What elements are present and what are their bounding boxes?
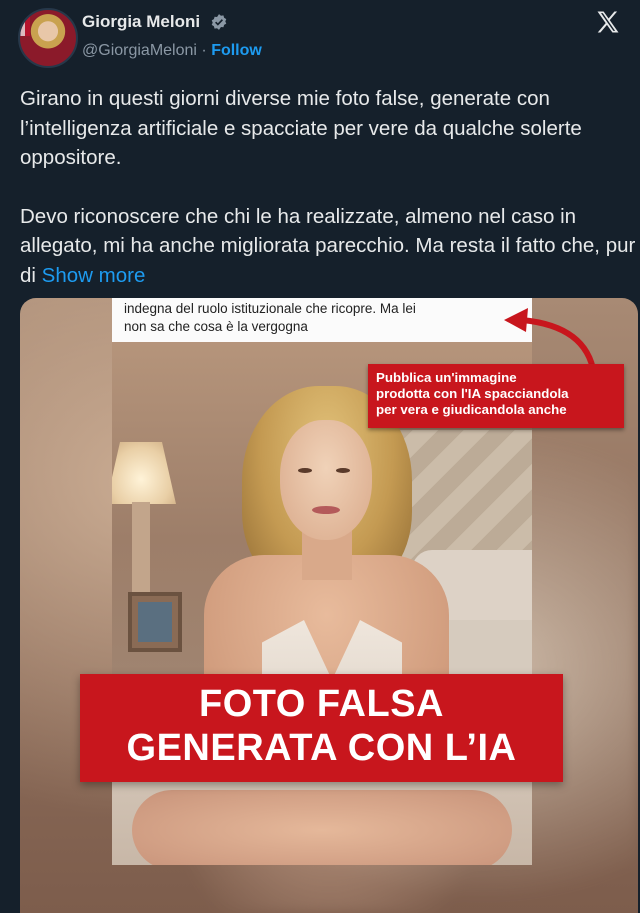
fake-photo-banner: FOTO FALSA GENERATA CON L’IA [80,674,563,782]
tweet-header: Giorgia Meloni @GiorgiaMeloni · Follow [0,0,640,80]
author-name[interactable]: Giorgia Meloni [82,12,200,32]
lamp-shade [112,442,176,504]
separator-dot: · [201,42,207,59]
follow-button[interactable]: Follow [211,42,262,59]
face [280,420,372,540]
tweet-paragraph-1: Girano in questi giorni diverse mie foto… [20,87,582,169]
quoted-comment: indegna del ruolo istituzionale che rico… [112,298,532,342]
quote-line-1: indegna del ruolo istituzionale che rico… [124,301,416,316]
author-handle[interactable]: @GiorgiaMeloni [82,42,197,59]
show-more-link[interactable]: Show more [42,264,146,287]
banner-line-2: GENERATA CON L’IA [126,727,517,769]
banner-line-1: FOTO FALSA [199,683,444,725]
tweet-media-image[interactable]: indegna del ruolo istituzionale che rico… [20,298,638,913]
lips [312,506,340,514]
x-logo-icon[interactable] [594,8,622,36]
picture-frame [128,592,182,652]
tweet-paragraph-2: Devo riconoscere che chi le ha realizzat… [20,202,638,291]
avatar[interactable] [18,8,78,68]
callout-line-1: Pubblica un'immagine [376,370,517,385]
callout-box: Pubblica un'immagine prodotta con l'IA s… [368,364,624,428]
flag-icon [20,16,30,36]
tweet-text: Girano in questi giorni diverse mie foto… [20,84,638,290]
eye [298,468,312,473]
callout-line-3: per vera e giudicandola anche [376,402,567,417]
author-handle-row: @GiorgiaMeloni · Follow [82,42,262,60]
callout-line-2: prodotta con l'IA spacciandola [376,386,569,401]
legs [132,790,512,865]
eye [336,468,350,473]
quote-line-2: non sa che cosa è la vergogna [124,319,308,334]
verified-badge-icon [211,14,227,30]
